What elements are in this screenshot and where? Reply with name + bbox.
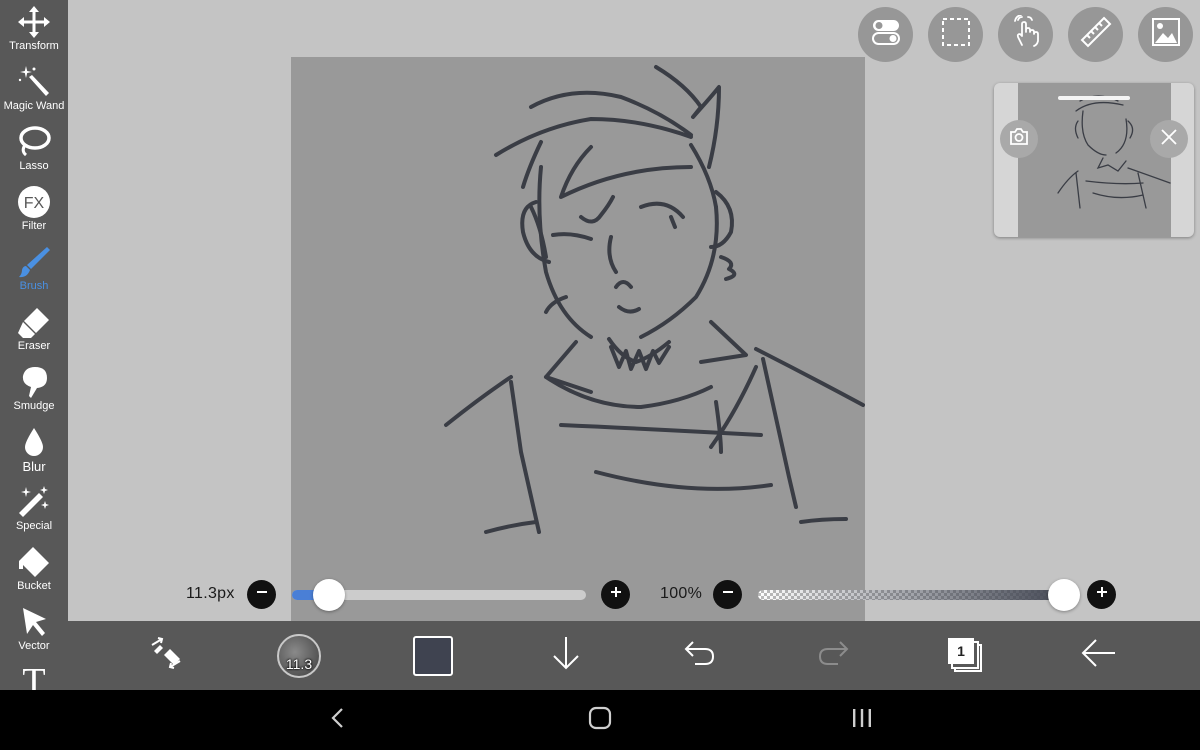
lasso-icon — [16, 124, 52, 160]
arrow-left-icon — [1081, 638, 1117, 673]
brush-preview: 11.3 — [277, 633, 321, 678]
tool-label: Special — [15, 520, 53, 532]
tool-lasso[interactable]: Lasso — [0, 120, 68, 180]
close-icon — [1158, 126, 1180, 153]
svg-text:FX: FX — [24, 195, 45, 212]
opacity-decrease-button[interactable] — [713, 580, 742, 609]
touch-gesture-button[interactable] — [998, 7, 1053, 62]
brush-size-decrease-button[interactable] — [247, 580, 276, 609]
fx-filter-icon: FX — [16, 184, 52, 220]
navigator-window[interactable] — [994, 83, 1194, 237]
layers-icon: 1 — [948, 637, 984, 674]
sketch-artwork — [444, 65, 865, 534]
tool-magic-wand[interactable]: Magic Wand — [0, 60, 68, 120]
tool-label: Eraser — [17, 340, 51, 352]
recents-bars-icon — [849, 706, 875, 735]
text-icon: T — [22, 661, 46, 690]
system-recents-button[interactable] — [832, 690, 892, 750]
brush-size-value: 11.3px — [186, 585, 235, 602]
tool-filter[interactable]: FX Filter — [0, 180, 68, 240]
image-icon — [1149, 15, 1183, 54]
toggle-button[interactable] — [858, 7, 913, 62]
redo-icon — [816, 638, 850, 673]
magic-wand-icon — [16, 64, 52, 100]
tool-bucket[interactable]: Bucket — [0, 540, 68, 600]
brush-icon — [16, 244, 52, 280]
eraser-icon — [16, 304, 52, 340]
selection-icon — [939, 15, 973, 54]
plus-icon — [609, 585, 623, 604]
tool-smudge[interactable]: Smudge — [0, 360, 68, 420]
opacity-slider[interactable] — [758, 590, 1064, 600]
tool-label: Blur — [22, 459, 46, 474]
tool-label: Bucket — [17, 580, 51, 592]
tool-eraser[interactable]: Eraser — [0, 300, 68, 360]
canvas-thumbnail — [1018, 83, 1171, 237]
tool-text[interactable]: T — [0, 660, 68, 690]
tool-brush[interactable]: Brush — [0, 240, 68, 300]
minus-icon — [721, 585, 735, 604]
blur-drop-icon — [16, 424, 52, 460]
brush-eraser-swap-icon — [148, 635, 184, 676]
tool-label: Magic Wand — [3, 100, 65, 112]
tool-label: Transform — [9, 40, 59, 52]
chevron-left-icon — [328, 706, 348, 735]
sparkle-wand-icon — [16, 484, 52, 520]
ruler-button[interactable] — [1068, 7, 1123, 62]
camera-icon — [1008, 126, 1030, 153]
download-button[interactable] — [531, 621, 601, 690]
tool-transform[interactable]: Transform — [0, 0, 68, 60]
layers-button[interactable]: 1 — [931, 621, 1001, 690]
close-navigator-button[interactable] — [1150, 120, 1188, 158]
opacity-knob[interactable] — [1048, 579, 1080, 611]
selection-button[interactable] — [928, 7, 983, 62]
tool-label: Brush — [19, 280, 49, 292]
opacity-value: 100% — [660, 585, 703, 602]
color-picker-button[interactable] — [398, 621, 468, 690]
tool-sidebar: Transform Magic Wand Lasso FX Filter Bru… — [0, 0, 68, 690]
drawing-canvas[interactable] — [291, 57, 865, 630]
redo-button[interactable] — [798, 621, 868, 690]
tool-label: Filter — [21, 220, 47, 232]
move-arrows-icon — [16, 4, 52, 40]
brush-size-increase-button[interactable] — [601, 580, 630, 609]
system-navigation-bar — [0, 690, 1200, 750]
reference-image-button[interactable] — [1138, 7, 1193, 62]
tool-label: Lasso — [19, 160, 49, 172]
bucket-icon — [16, 544, 52, 580]
system-back-button[interactable] — [308, 690, 368, 750]
current-color-swatch — [413, 635, 453, 676]
arrow-down-icon — [550, 635, 582, 676]
bottom-toolbar: 11.3 1 — [68, 621, 1200, 690]
home-rounded-square-icon — [587, 705, 613, 736]
plus-icon — [1095, 585, 1109, 604]
toggle-icon — [869, 15, 903, 54]
touch-gesture-icon — [1009, 14, 1043, 54]
layer-count: 1 — [948, 637, 974, 664]
smudge-icon — [16, 364, 52, 400]
tool-label: Smudge — [13, 400, 55, 412]
ruler-icon — [1079, 15, 1113, 54]
undo-icon — [683, 638, 717, 673]
brush-size-knob[interactable] — [312, 579, 345, 611]
snapshot-button[interactable] — [1000, 120, 1038, 158]
brush-size-badge: 11.3 — [285, 655, 313, 672]
undo-button[interactable] — [665, 621, 735, 690]
system-home-button[interactable] — [570, 690, 630, 750]
navigator-drag-handle[interactable] — [1058, 96, 1130, 100]
tool-blur[interactable]: Blur — [0, 420, 68, 480]
cursor-arrow-icon — [16, 604, 52, 640]
tool-special[interactable]: Special — [0, 480, 68, 540]
back-button[interactable] — [1064, 621, 1134, 690]
opacity-increase-button[interactable] — [1087, 580, 1116, 609]
brush-selector-button[interactable]: 11.3 — [264, 621, 334, 690]
minus-icon — [255, 585, 269, 604]
tool-vector[interactable]: Vector — [0, 600, 68, 660]
swap-brush-eraser-button[interactable] — [131, 621, 201, 690]
tool-label: Vector — [18, 640, 50, 652]
